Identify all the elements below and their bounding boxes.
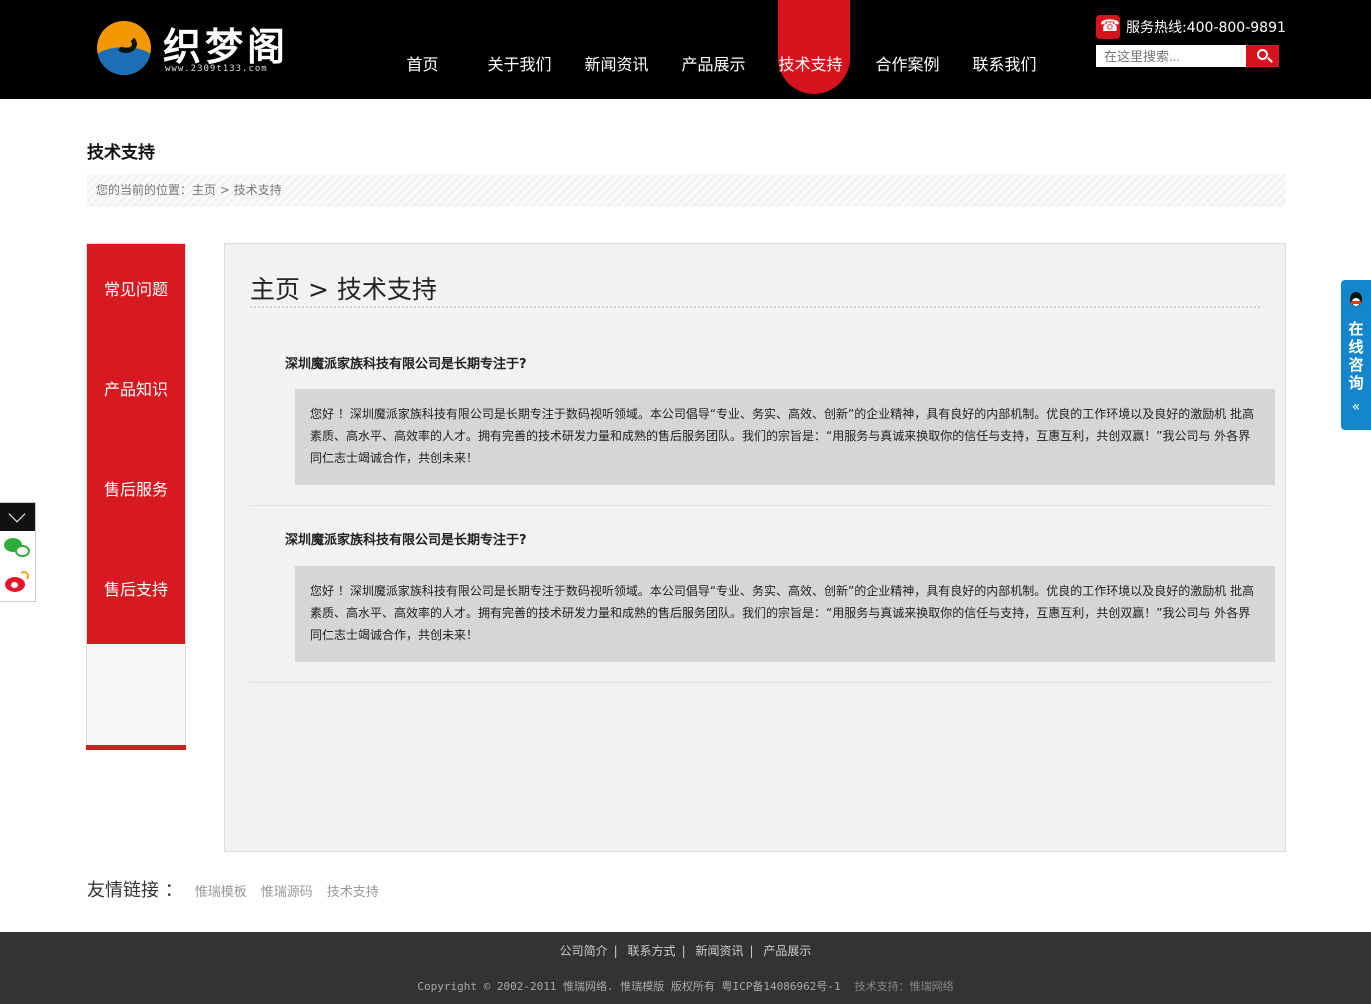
qa-item: 深圳魔派家族科技有限公司是长期专注于? 您好 ！深圳魔派家族科技有限公司是长期专… <box>250 336 1275 506</box>
nav-item-support[interactable]: 技术支持 <box>762 0 859 99</box>
sidebar-bottom-bar <box>86 745 186 750</box>
footer-link-news[interactable]: 新闻资讯 <box>691 944 747 958</box>
sidebar-item-label: 售后支持 <box>103 580 168 599</box>
friend-links: 友情链接 ： 惟瑞模板 惟瑞源码 技术支持 <box>87 876 393 902</box>
main-nav: 首页 关于我们 新闻资讯 产品展示 技术支持 合作案例 联系我们 <box>374 0 1053 99</box>
phone-icon <box>1096 15 1120 39</box>
qa-item: 深圳魔派家族科技有限公司是长期专注于? 您好 ！深圳魔派家族科技有限公司是长期专… <box>250 507 1275 683</box>
nav-item-products[interactable]: 产品展示 <box>665 0 762 99</box>
hotline: 服务热线:400-800-9891 <box>1096 15 1286 39</box>
consult-label: 在线咨询 <box>1348 320 1364 392</box>
search-input[interactable] <box>1096 45 1246 67</box>
sidebar-menu: 常见问题 产品知识 售后服务 售后支持 <box>87 244 185 644</box>
expand-arrow-icon: « <box>1351 399 1361 415</box>
nav-item-label: 产品展示 <box>681 55 746 74</box>
weibo-icon[interactable] <box>5 571 31 595</box>
sidebar-item-support[interactable]: 售后支持 <box>87 544 185 644</box>
nav-item-label: 关于我们 <box>487 55 552 74</box>
qa-question[interactable]: 深圳魔派家族科技有限公司是长期专注于? <box>285 529 527 548</box>
nav-item-cases[interactable]: 合作案例 <box>859 0 956 99</box>
footer-link-about[interactable]: 公司简介 <box>556 944 612 958</box>
nav-item-label: 新闻资讯 <box>584 55 649 74</box>
logo-mark-icon <box>97 21 151 75</box>
friend-link[interactable]: 惟瑞模板 <box>195 881 247 900</box>
qa-question[interactable]: 深圳魔派家族科技有限公司是长期专注于? <box>285 353 527 372</box>
sidebar-item-service[interactable]: 售后服务 <box>87 444 185 544</box>
sidebar-item-label: 常见问题 <box>103 280 168 299</box>
chevron-down-icon <box>8 505 26 523</box>
page-title: 技术支持 <box>87 143 155 163</box>
footer-copyright: Copyright © 2002-2011 惟瑞网络. 惟瑞模版 版权所有 粤I… <box>0 978 1371 994</box>
breadcrumb: 您的当前的位置：主页 > 技术支持 <box>87 174 1286 207</box>
heading-divider <box>250 306 1260 308</box>
nav-item-label: 合作案例 <box>875 55 940 74</box>
sidebar-item-faq[interactable]: 常见问题 <box>87 244 185 344</box>
sidebar-item-knowledge[interactable]: 产品知识 <box>87 344 185 444</box>
sidebar-item-label: 售后服务 <box>103 480 168 499</box>
nav-item-about[interactable]: 关于我们 <box>471 0 568 99</box>
wechat-icon[interactable] <box>4 536 32 564</box>
logo-subtext: www.2309t133.com <box>165 64 268 74</box>
tech-support-text[interactable]: 技术支持：惟瑞网络 <box>855 981 954 993</box>
nav-item-label: 技术支持 <box>778 55 843 74</box>
nav-item-contact[interactable]: 联系我们 <box>956 0 1053 99</box>
nav-item-home[interactable]: 首页 <box>374 0 471 99</box>
friend-link[interactable]: 惟瑞源码 <box>261 881 313 900</box>
footer-separator: | <box>613 944 618 958</box>
nav-active-indicator <box>778 0 850 94</box>
search-button[interactable] <box>1246 45 1279 67</box>
site-footer: 公司简介 | 联系方式 | 新闻资讯 | 产品展示 Copyright © 2002-… <box>0 932 1371 1004</box>
sidebar-item-label: 产品知识 <box>103 380 168 399</box>
footer-link-products[interactable]: 产品展示 <box>759 944 815 958</box>
qa-answer: 您好 ！深圳魔派家族科技有限公司是长期专注于数码视听领域。本公司倡导“专业、务实… <box>295 389 1275 485</box>
search-box <box>1096 45 1279 67</box>
copyright-text: Copyright © 2002-2011 惟瑞网络. 惟瑞模版 版权所有 粤I… <box>417 980 841 993</box>
site-logo[interactable]: 织梦阁 www.2309t133.com <box>97 18 312 78</box>
hotline-text: 服务热线:400-800-9891 <box>1126 20 1286 36</box>
share-toggle-button[interactable] <box>0 503 35 531</box>
share-panel <box>0 502 36 602</box>
logo-text: 织梦阁 <box>163 24 290 69</box>
friend-links-title: 友情链接 ： <box>87 880 183 901</box>
site-header: 织梦阁 www.2309t133.com 首页 关于我们 新闻资讯 产品展示 技… <box>0 0 1371 99</box>
footer-separator: | <box>749 944 754 958</box>
footer-separator: | <box>681 944 686 958</box>
main-content: 主页 > 技术支持 深圳魔派家族科技有限公司是长期专注于? 您好 ！深圳魔派家族… <box>224 243 1286 852</box>
nav-item-news[interactable]: 新闻资讯 <box>568 0 665 99</box>
footer-nav: 公司简介 | 联系方式 | 新闻资讯 | 产品展示 <box>0 942 1371 959</box>
nav-item-label: 首页 <box>406 55 439 74</box>
content-heading: 主页 > 技术支持 <box>250 275 437 304</box>
qa-answer: 您好 ！深圳魔派家族科技有限公司是长期专注于数码视听领域。本公司倡导“专业、务实… <box>295 566 1275 662</box>
footer-link-contact[interactable]: 联系方式 <box>624 944 680 958</box>
sidebar: 常见问题 产品知识 售后服务 售后支持 <box>86 243 186 750</box>
online-consult-button[interactable]: 在线咨询 « <box>1341 280 1371 430</box>
nav-item-label: 联系我们 <box>972 55 1037 74</box>
friend-link[interactable]: 技术支持 <box>327 881 379 900</box>
qq-icon <box>1348 292 1364 310</box>
